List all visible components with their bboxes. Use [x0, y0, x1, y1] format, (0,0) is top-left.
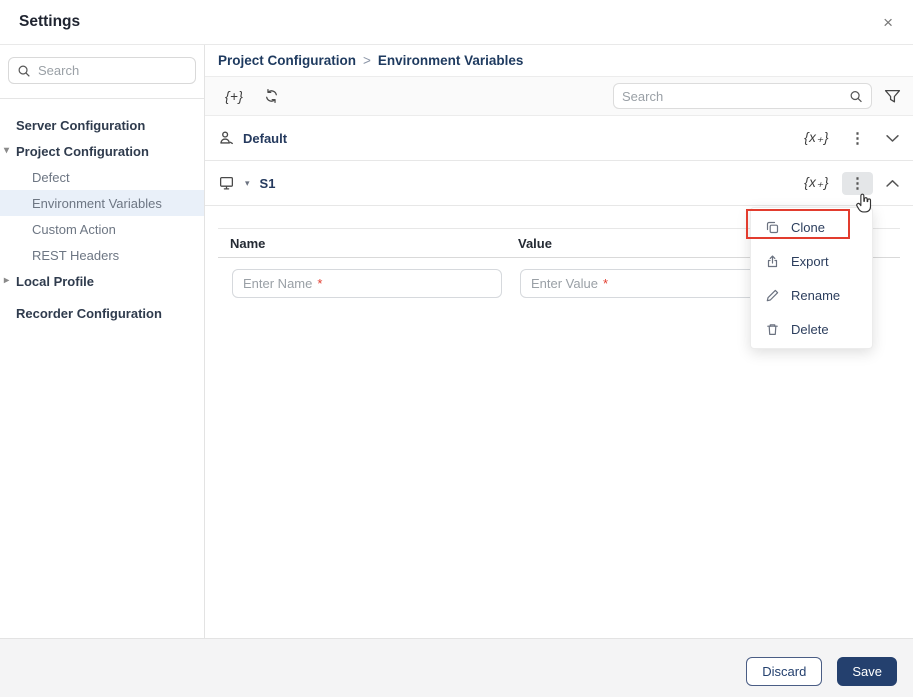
section-context-menu: Clone Export Rename Delete [750, 207, 873, 349]
section-default: Default {x₊} ⋮ [205, 116, 913, 161]
sidebar-item-defect[interactable]: Defect [0, 164, 204, 190]
menu-item-delete[interactable]: Delete [751, 312, 872, 346]
settings-dialog: Settings × Server Configuration ▾ Projec… [0, 0, 913, 697]
sidebar-search-box[interactable] [8, 57, 196, 84]
menu-item-label: Rename [791, 287, 841, 303]
menu-item-label: Clone [791, 219, 825, 235]
refresh-icon [266, 88, 278, 104]
dialog-header: Settings × [0, 0, 913, 45]
name-placeholder: Enter Name [243, 276, 313, 291]
column-header-name: Name [230, 235, 266, 251]
sidebar-item-server-configuration[interactable]: Server Configuration [0, 112, 204, 138]
toolbar: {+} [205, 77, 913, 116]
settings-sidebar: Server Configuration ▾ Project Configura… [0, 45, 205, 638]
user-group-icon [220, 131, 233, 145]
clone-icon [766, 221, 779, 233]
chevron-down-icon[interactable] [886, 134, 899, 143]
dialog-title: Settings [19, 13, 81, 30]
section-s1: ▾ S1 {x₊} ⋮ [205, 161, 913, 206]
rename-pencil-icon [766, 289, 779, 301]
column-header-value: Value [518, 235, 552, 251]
sidebar-search-input[interactable] [38, 63, 187, 78]
main-search-input[interactable] [622, 88, 849, 104]
sidebar-item-environment-variables[interactable]: Environment Variables [0, 190, 204, 216]
chevron-up-icon[interactable] [886, 179, 899, 188]
menu-item-label: Export [791, 253, 829, 269]
breadcrumb: Project Configuration > Environment Vari… [205, 45, 913, 77]
menu-item-clone[interactable]: Clone [751, 210, 872, 244]
section-name: S1 [259, 175, 276, 191]
delete-trash-icon [767, 323, 778, 335]
scope-caret-icon[interactable]: ▾ [245, 178, 250, 189]
variables-icon[interactable]: {x₊} [804, 130, 829, 146]
variables-icon[interactable]: {x₊} [804, 175, 829, 191]
breadcrumb-item-environment-variables: Environment Variables [377, 53, 524, 68]
sidebar-nav: Server Configuration ▾ Project Configura… [0, 99, 204, 326]
sidebar-item-label: Project Configuration [16, 143, 149, 159]
main-search-box[interactable] [613, 83, 872, 109]
required-asterisk: * [602, 276, 609, 291]
search-icon [18, 65, 30, 77]
filter-button[interactable] [884, 89, 901, 104]
caret-right-icon: ▸ [4, 275, 10, 286]
export-icon [767, 254, 778, 267]
add-variable-icon: {+} [225, 88, 244, 104]
search-icon [850, 90, 862, 102]
value-placeholder: Enter Value [531, 276, 598, 291]
sidebar-item-local-profile[interactable]: ▸ Local Profile [0, 268, 204, 294]
discard-button[interactable]: Discard [746, 656, 823, 686]
sidebar-item-project-configuration[interactable]: ▾ Project Configuration [0, 138, 204, 164]
monitor-icon [219, 177, 234, 190]
sidebar-item-recorder-configuration[interactable]: Recorder Configuration [0, 300, 204, 326]
refresh-button[interactable] [263, 88, 280, 104]
breadcrumb-separator: > [363, 53, 371, 68]
kebab-menu-icon[interactable]: ⋮ [842, 127, 873, 150]
close-icon[interactable]: × [879, 12, 897, 33]
required-asterisk: * [317, 276, 323, 291]
menu-item-label: Delete [791, 321, 829, 337]
add-variable-button[interactable]: {+} [225, 89, 243, 104]
name-input[interactable]: Enter Name * [232, 269, 502, 298]
dialog-footer: Discard Save [0, 638, 913, 697]
menu-item-rename[interactable]: Rename [751, 278, 872, 312]
sidebar-item-label: Local Profile [16, 273, 95, 289]
filter-funnel-icon [884, 89, 901, 102]
save-button[interactable]: Save [837, 656, 897, 686]
section-name: Default [243, 130, 288, 146]
kebab-menu-icon[interactable]: ⋮ [842, 171, 873, 195]
breadcrumb-item-project-configuration[interactable]: Project Configuration [218, 53, 356, 68]
sidebar-item-custom-action[interactable]: Custom Action [0, 216, 204, 242]
menu-item-export[interactable]: Export [751, 244, 872, 278]
caret-down-icon: ▾ [4, 145, 10, 156]
sidebar-item-rest-headers[interactable]: REST Headers [0, 242, 204, 268]
